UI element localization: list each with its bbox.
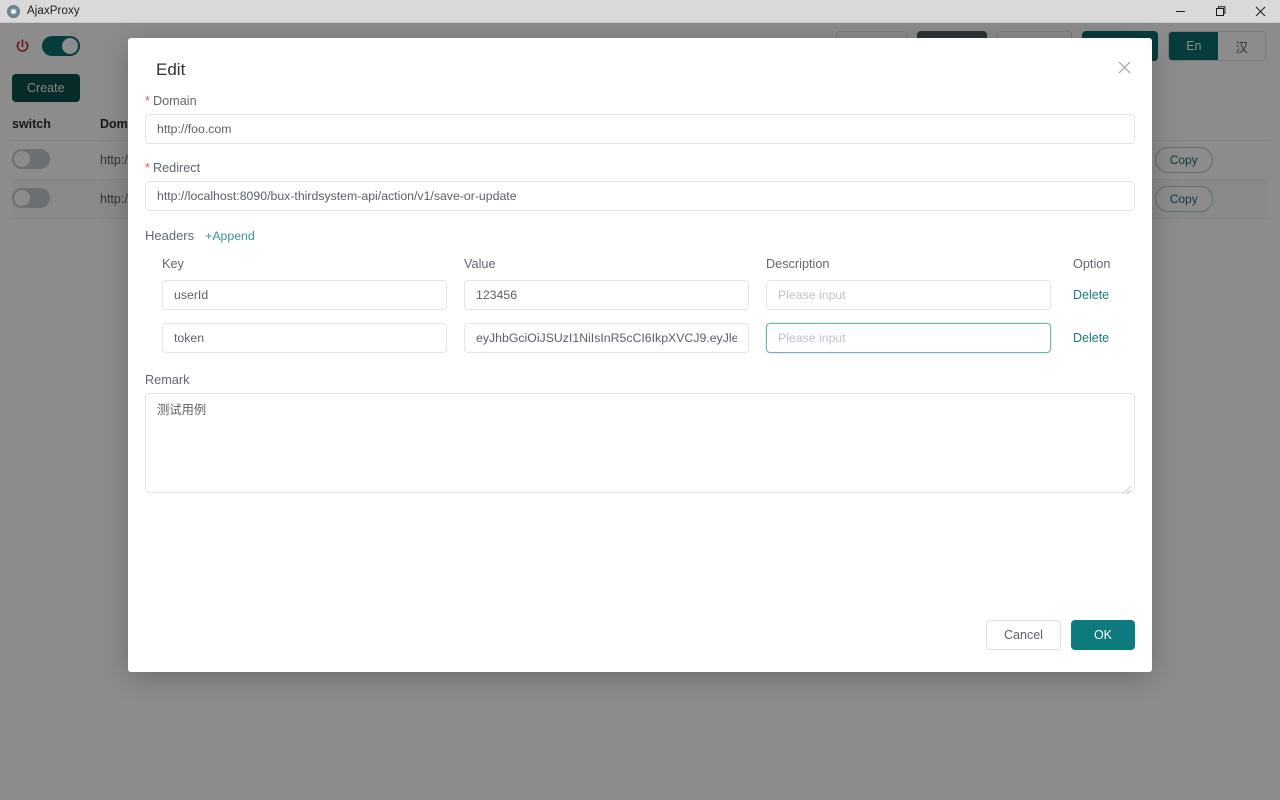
headers-column-labels: Key Value Description Option xyxy=(145,257,1135,271)
header-value-input[interactable] xyxy=(464,280,749,310)
header-key-input[interactable] xyxy=(162,323,447,353)
header-description-cell xyxy=(766,280,1051,310)
window-controls xyxy=(1160,0,1280,23)
redirect-input[interactable] xyxy=(145,181,1135,211)
window-title: AjaxProxy xyxy=(27,5,80,17)
dialog-footer: Cancel OK xyxy=(128,606,1152,672)
domain-input[interactable] xyxy=(145,114,1135,144)
dialog-body: *Domain *Redirect Headers +Append Key Va… xyxy=(128,84,1152,606)
dialog-title: Edit xyxy=(156,60,186,79)
window-close-icon[interactable] xyxy=(1240,0,1280,23)
app-logo-icon xyxy=(7,4,20,18)
required-marker: * xyxy=(145,161,150,175)
header-row: Delete xyxy=(145,280,1135,310)
header-key-input[interactable] xyxy=(162,280,447,310)
remark-label: Remark xyxy=(145,373,190,387)
header-value-cell xyxy=(464,323,749,353)
header-option-cell: Delete xyxy=(1073,286,1152,304)
redirect-field-group: * Redirect xyxy=(145,161,1135,211)
header-col-key: Key xyxy=(162,257,184,271)
ok-button[interactable]: OK xyxy=(1070,620,1135,650)
cancel-button[interactable]: Cancel xyxy=(986,620,1061,650)
required-marker: * xyxy=(145,94,150,108)
redirect-label: * Redirect xyxy=(145,161,1135,175)
domain-field-group: * Domain xyxy=(145,94,1135,144)
app-window: AjaxProxy En 汉 Create switch Domain http… xyxy=(0,0,1280,800)
header-col-option: Option xyxy=(1073,257,1111,271)
window-titlebar: AjaxProxy xyxy=(0,0,1280,23)
header-description-input[interactable] xyxy=(766,280,1051,310)
edit-dialog: Edit *Domain *Redirect xyxy=(128,38,1152,672)
close-icon[interactable] xyxy=(1112,55,1136,79)
append-header-link[interactable]: +Append xyxy=(205,229,255,243)
dialog-header: Edit xyxy=(128,38,1152,84)
remark-wrapper xyxy=(145,393,1135,498)
headers-section-header: Headers +Append xyxy=(145,228,1135,243)
header-row: Delete xyxy=(145,323,1135,353)
domain-label: * Domain xyxy=(145,94,1135,108)
header-delete-link[interactable]: Delete xyxy=(1073,288,1109,302)
minimize-icon[interactable] xyxy=(1160,0,1200,23)
header-value-cell xyxy=(464,280,749,310)
header-description-input[interactable] xyxy=(766,323,1051,353)
header-description-cell xyxy=(766,323,1051,353)
maximize-icon[interactable] xyxy=(1200,0,1240,23)
header-key-cell xyxy=(162,323,447,353)
remark-textarea[interactable] xyxy=(145,393,1135,493)
titlebar-left-group: AjaxProxy xyxy=(0,4,80,18)
header-value-input[interactable] xyxy=(464,323,749,353)
header-delete-link[interactable]: Delete xyxy=(1073,331,1109,345)
headers-title: Headers xyxy=(145,228,195,243)
header-option-cell: Delete xyxy=(1073,329,1152,347)
domain-label-text: Domain xyxy=(152,94,197,108)
redirect-label-text: Redirect xyxy=(152,161,201,175)
header-key-cell xyxy=(162,280,447,310)
header-col-description: Description xyxy=(766,257,830,271)
header-col-value: Value xyxy=(464,257,496,271)
